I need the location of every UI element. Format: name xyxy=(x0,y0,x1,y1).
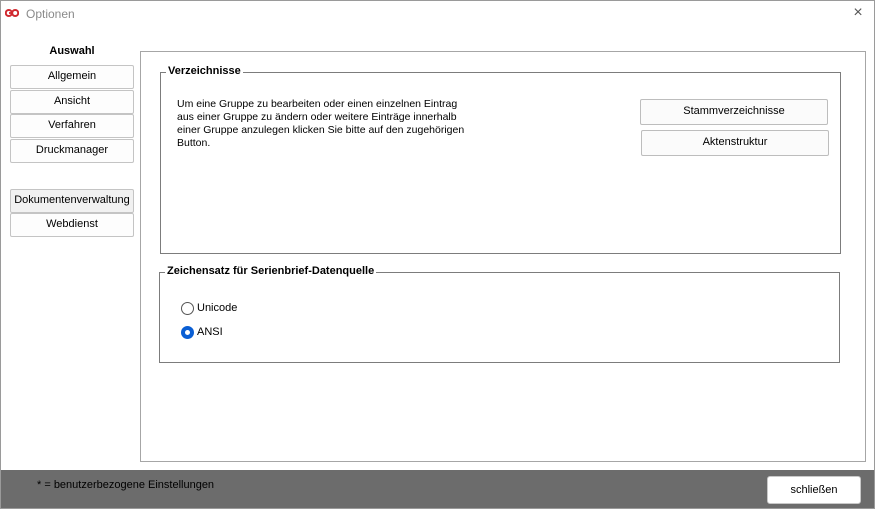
directories-group: Verzeichnisse Um eine Gruppe zu bearbeit… xyxy=(160,65,841,254)
options-dialog: Optionen × Auswahl Allgemein Ansicht Ver… xyxy=(0,0,875,509)
charset-group-title: Zeichensatz für Serienbrief-Datenquelle xyxy=(165,265,377,277)
radio-button-ansi[interactable] xyxy=(181,325,194,339)
title-bar: Optionen × xyxy=(1,1,874,27)
close-icon[interactable]: × xyxy=(850,5,866,21)
footer-bar: * = benutzerbezogene Einstellungen schli… xyxy=(1,470,874,508)
radio-label-ansi: ANSI xyxy=(197,326,223,338)
aktenstruktur-button[interactable]: Aktenstruktur xyxy=(641,130,829,156)
go-logo-icon xyxy=(5,9,19,17)
charset-option-unicode[interactable]: Unicode xyxy=(181,300,237,316)
charset-group: Zeichensatz für Serienbrief-Datenquelle … xyxy=(159,265,840,363)
radio-label-unicode: Unicode xyxy=(197,302,238,314)
directories-description: Um eine Gruppe zu bearbeiten oder einen … xyxy=(177,98,465,149)
sidebar-item-ansicht[interactable]: Ansicht xyxy=(10,90,134,114)
sidebar-heading: Auswahl xyxy=(49,45,95,57)
sidebar-item-allgemein[interactable]: Allgemein xyxy=(10,65,134,89)
main-panel: Verzeichnisse Um eine Gruppe zu bearbeit… xyxy=(140,51,866,462)
sidebar-item-verfahren[interactable]: Verfahren xyxy=(10,114,134,138)
sidebar-item-dokumentenverwaltung[interactable]: Dokumentenverwaltung xyxy=(10,189,134,213)
close-button[interactable]: schließen xyxy=(767,476,861,504)
radio-button-unicode[interactable] xyxy=(181,301,194,315)
sidebar-item-druckmanager[interactable]: Druckmanager xyxy=(10,139,134,163)
footer-note: * = benutzerbezogene Einstellungen xyxy=(37,479,215,491)
window-title: Optionen xyxy=(26,7,75,21)
stammverzeichnisse-button[interactable]: Stammverzeichnisse xyxy=(640,99,828,125)
directories-group-title: Verzeichnisse xyxy=(166,65,243,77)
charset-option-ansi[interactable]: ANSI xyxy=(181,324,223,340)
sidebar-item-webdienst[interactable]: Webdienst xyxy=(10,213,134,237)
